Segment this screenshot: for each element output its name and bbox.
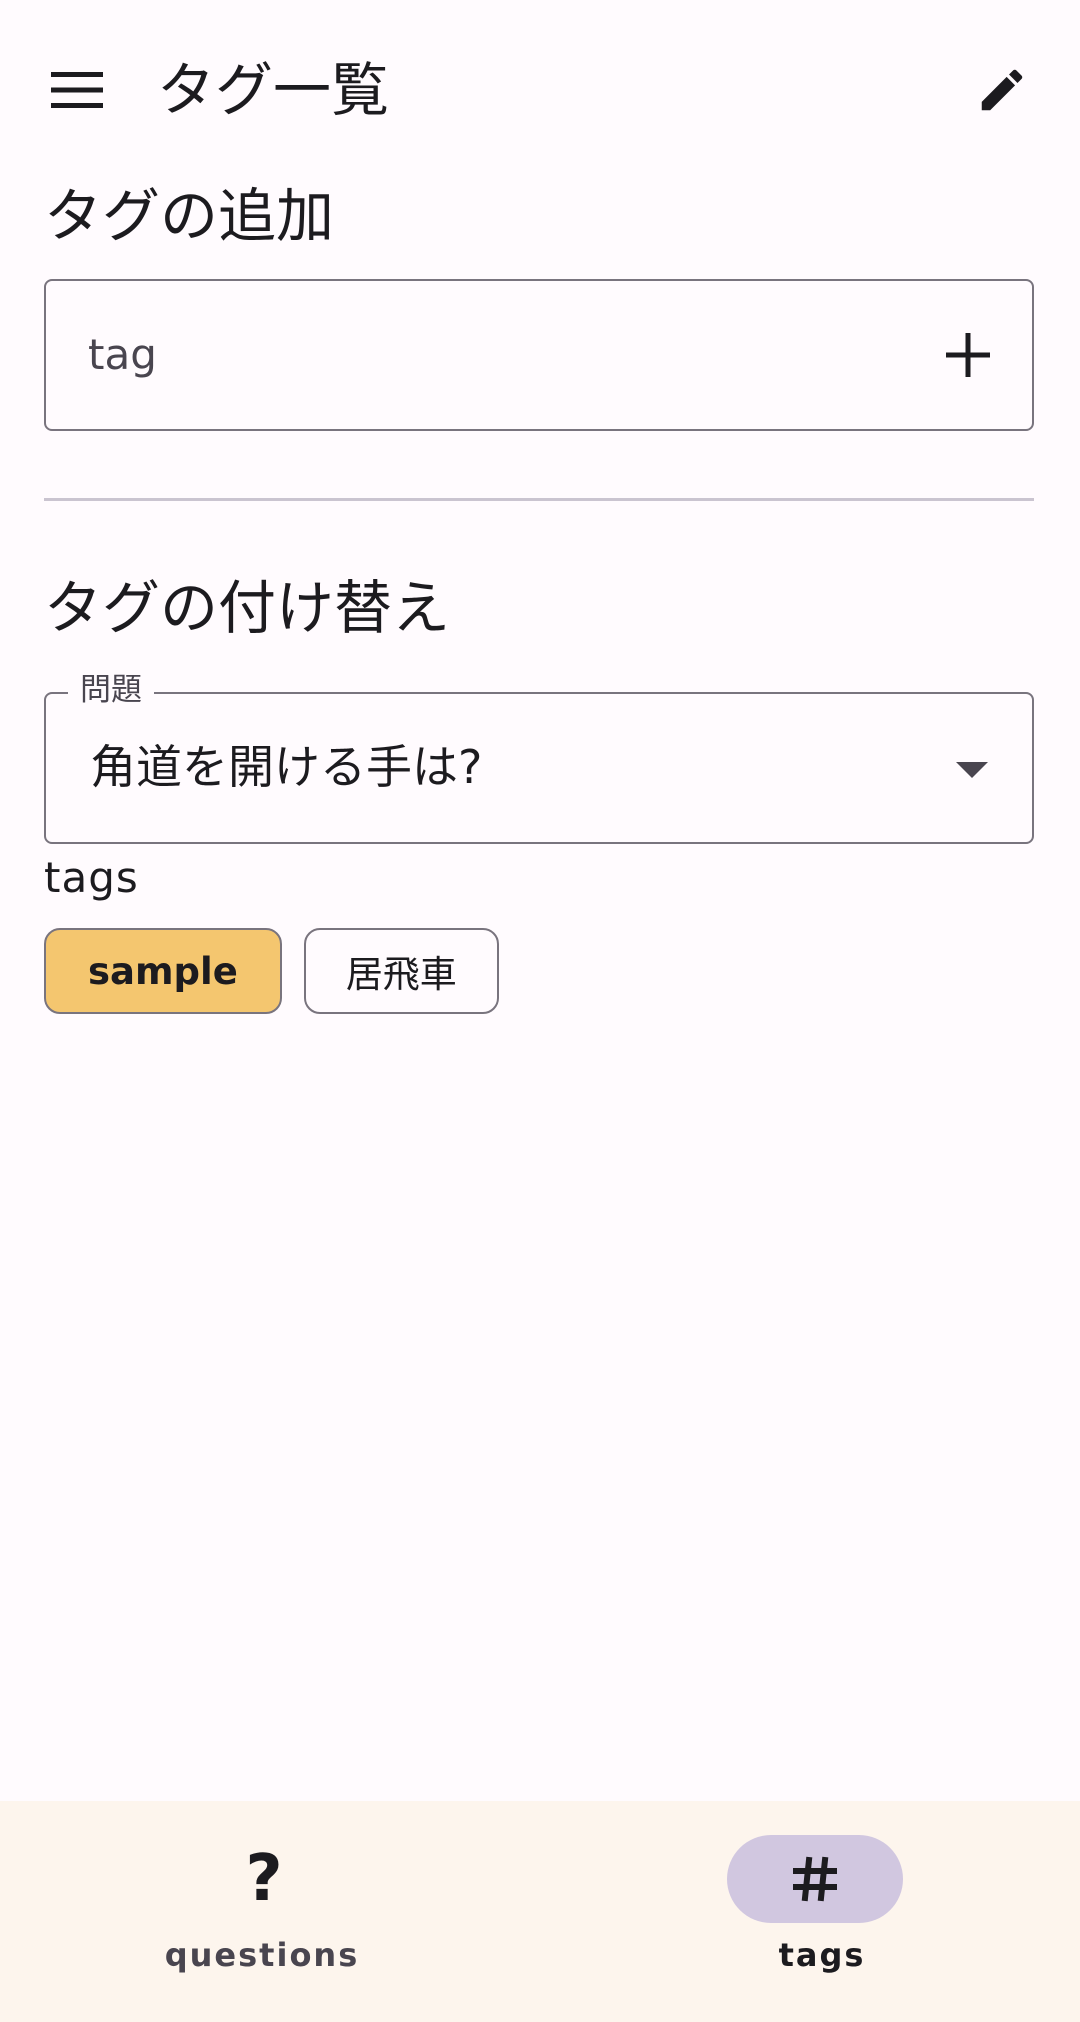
section-divider — [44, 498, 1034, 501]
tag-chip-group: sample 居飛車 — [44, 928, 499, 1014]
add-tag-heading: タグの追加 — [44, 182, 335, 250]
top-app-bar: タグ一覧 — [0, 0, 1080, 176]
nav-indicator-tags — [727, 1835, 903, 1923]
page-title: タグ一覧 — [157, 56, 390, 124]
nav-label-questions: questions — [164, 1936, 360, 1974]
nav-item-tags[interactable]: tags — [540, 1801, 1080, 2022]
menu-icon — [51, 72, 103, 108]
bottom-navigation: ? questions tags — [0, 1801, 1080, 2022]
add-icon — [946, 333, 990, 377]
edit-icon — [981, 69, 1023, 111]
nav-item-questions[interactable]: ? questions — [0, 1801, 540, 2022]
menu-button[interactable] — [37, 50, 117, 130]
tag-chip-ibisha[interactable]: 居飛車 — [303, 928, 499, 1014]
swap-tag-heading: タグの付け替え — [44, 574, 451, 642]
question-select[interactable]: 問題 角道を開ける手は? — [44, 670, 1034, 844]
question-mark-icon: ? — [245, 1842, 283, 1916]
tag-input-field — [44, 279, 1034, 431]
tag-chip-sample[interactable]: sample — [44, 928, 282, 1014]
tag-icon — [793, 1856, 837, 1902]
select-value: 角道を開ける手は? — [90, 740, 483, 794]
nav-indicator-questions: ? — [176, 1835, 352, 1923]
nav-label-tags: tags — [778, 1936, 866, 1974]
add-tag-button[interactable] — [926, 313, 1010, 397]
tags-label: tags — [44, 853, 139, 902]
tag-input[interactable] — [88, 281, 868, 428]
edit-button[interactable] — [962, 50, 1042, 130]
arrow-drop-down-icon[interactable] — [952, 750, 992, 790]
